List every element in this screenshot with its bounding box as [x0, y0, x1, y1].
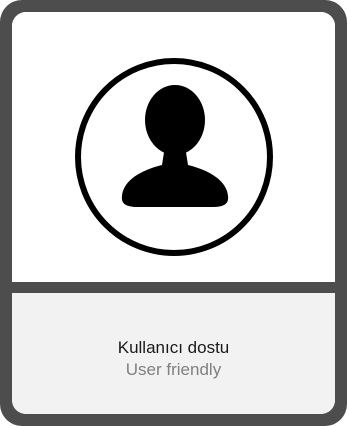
- caption-secondary: User friendly: [125, 359, 222, 379]
- caption-primary: Kullanıcı dostu: [117, 337, 230, 357]
- user-icon: [75, 58, 273, 256]
- icon-panel: [12, 12, 335, 282]
- feature-card-inner: Kullanıcı dostu User friendly: [12, 12, 335, 414]
- feature-card: Kullanıcı dostu User friendly: [0, 0, 347, 426]
- caption-panel: Kullanıcı dostu User friendly: [12, 293, 335, 414]
- divider: [12, 282, 335, 293]
